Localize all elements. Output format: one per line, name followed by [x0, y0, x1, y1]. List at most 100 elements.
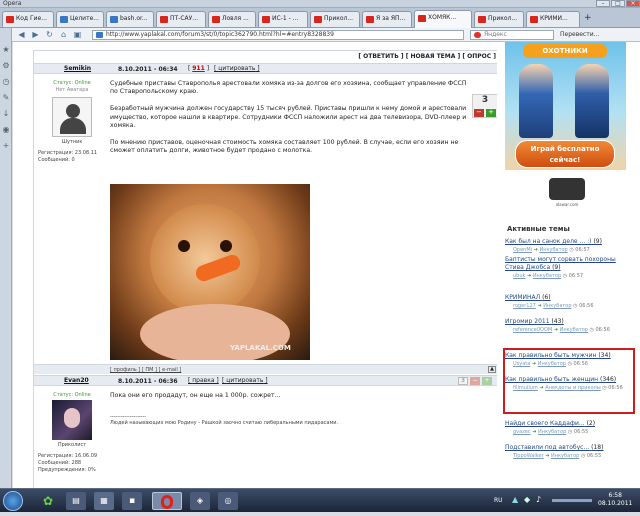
translate-button[interactable]: Перевести...	[560, 30, 599, 40]
vote-up-button[interactable]: +	[482, 377, 492, 385]
quote-link[interactable]: [ цитировать ]	[222, 377, 268, 384]
volume-slider[interactable]	[552, 499, 592, 502]
clock[interactable]: 6:58 08.10.2011	[598, 492, 632, 508]
hamster-photo[interactable]: YAPLAKAL.COM	[110, 184, 310, 360]
tab[interactable]: КРИМИ...	[526, 11, 580, 27]
explorer-icon[interactable]: ▤	[66, 492, 86, 510]
icq-icon[interactable]: ✿	[38, 492, 58, 510]
vote-down-button[interactable]: −	[474, 109, 484, 117]
play-free-button[interactable]: Играй бесплатно сейчас!	[515, 140, 615, 168]
topic-count: (2)	[586, 420, 596, 427]
topic-section[interactable]: Инкубатор	[539, 247, 567, 253]
save-icon[interactable]: ▪	[122, 492, 142, 510]
topic-item[interactable]: Найди своего Каддафи... (2) gvazec ➜ Инку…	[505, 420, 635, 436]
volume-icon[interactable]: ♪	[536, 495, 541, 504]
topic-item[interactable]: Как правильно быть мужчин (34) Usyata ➜ И…	[505, 352, 635, 368]
post-number[interactable]: [ 911 ]	[188, 65, 209, 72]
language-indicator[interactable]: RU	[494, 497, 503, 504]
scroll-up-icon[interactable]: ▲	[488, 366, 496, 373]
post-author[interactable]: Semikin	[64, 65, 91, 72]
site-favicon-icon	[160, 16, 168, 23]
edit-link[interactable]: [ правка ]	[188, 377, 219, 384]
tab-active[interactable]: ХОМЯК...	[414, 10, 472, 28]
tray-app-icon[interactable]: ◆	[524, 495, 530, 504]
topic-user[interactable]: gvazec	[513, 429, 531, 435]
topic-item[interactable]: Игромир 2011 (43) reference0OOM ➜ Инкубат…	[505, 318, 635, 334]
reload-icon[interactable]: ↻	[44, 30, 55, 40]
topic-item[interactable]: КРИМИНАЛ (6) roger127 ➜ Инкубатор ◷ 06:56	[505, 294, 635, 310]
network-icon[interactable]: ▲	[512, 495, 518, 504]
forum-post: Evan20 8.10.2011 - 06:36 [ правка ] [ ци…	[34, 375, 502, 488]
tab[interactable]: Целите...	[56, 11, 104, 27]
new-tab-icon[interactable]: +	[584, 13, 592, 23]
image-watermark: YAPLAKAL.COM	[230, 344, 291, 352]
settings-icon[interactable]: ⚙	[2, 62, 10, 70]
topic-title[interactable]: Как был на санок деле ... :)	[505, 238, 592, 245]
topic-section[interactable]: Инкубатор	[538, 429, 566, 435]
topic-title[interactable]: КРИМИНАЛ	[505, 294, 540, 301]
folder-icon[interactable]: ▦	[94, 492, 114, 510]
speed-dial-icon[interactable]: ▣	[72, 30, 83, 40]
vote-up-button[interactable]: +	[486, 109, 496, 117]
downloads-icon[interactable]: ↓	[2, 110, 10, 118]
minimize-button[interactable]: –	[596, 0, 610, 7]
game-icon[interactable]: ◈	[190, 492, 210, 510]
topic-section[interactable]: Инкубатор	[551, 453, 579, 459]
notes-icon[interactable]: ✎	[2, 94, 10, 102]
quote-link[interactable]: [ цитировать ]	[214, 65, 260, 72]
topic-section[interactable]: Инкубатор	[533, 273, 561, 279]
address-bar[interactable]: http://www.yaplakal.com/forum3/st/0/topi…	[92, 30, 464, 40]
vote-down-button[interactable]: −	[470, 377, 480, 385]
topic-item[interactable]: Подставили под автобус... (18) TippoWalke…	[505, 444, 635, 460]
maximize-button[interactable]: □	[611, 0, 625, 7]
topic-title[interactable]: Игромир 2011	[505, 318, 550, 325]
topic-item[interactable]: Баптисты могут сорвать похороны Стива Дж…	[505, 256, 635, 280]
forum-actions[interactable]: [ ОТВЕТИТЬ ] [ НОВАЯ ТЕМА ] [ ОПРОС ]	[34, 51, 502, 63]
post-paragraph: Пока они его продадут, он еще на 1 000р.…	[110, 392, 281, 399]
topic-section[interactable]: Анекдоты и приколы	[545, 385, 601, 391]
tab[interactable]: ИС-1 - ...	[258, 11, 308, 27]
topic-title[interactable]: Найди своего Каддафи...	[505, 420, 585, 427]
tab[interactable]: Код Гие...	[2, 11, 54, 27]
topic-title[interactable]: Подставили под автобус...	[505, 444, 589, 451]
topic-user[interactable]: ubuk	[513, 273, 525, 279]
home-icon[interactable]: ⌂	[58, 30, 69, 40]
close-button[interactable]: ×	[626, 0, 640, 7]
tab[interactable]: Я за ЯП...	[362, 11, 412, 27]
site-favicon-icon	[530, 16, 538, 23]
widgets-icon[interactable]: ◉	[2, 126, 10, 134]
topic-title[interactable]: Как правильно быть женщин	[505, 376, 598, 383]
topic-section[interactable]: Инкубатор	[543, 303, 571, 309]
game-advert[interactable]: ОХОТНИКИ Играй бесплатно сейчас!	[505, 42, 626, 170]
topic-section[interactable]: Инкубатор	[538, 361, 566, 367]
tab[interactable]: Прикол...	[310, 11, 360, 27]
post-author[interactable]: Evan20	[64, 377, 89, 384]
media-player-icon[interactable]: ◎	[218, 492, 238, 510]
bookmarks-icon[interactable]: ★	[2, 46, 10, 54]
topic-section[interactable]: Инкубатор	[560, 327, 588, 333]
topic-user[interactable]: TippoWalker	[513, 453, 544, 459]
topic-item[interactable]: Как был на санок деле ... :) (9) OpenMi ➜…	[505, 238, 635, 254]
tab[interactable]: ПТ-САУ...	[156, 11, 206, 27]
tab-label: Ловля ...	[222, 15, 249, 22]
topic-title[interactable]: Как правильно быть мужчин	[505, 352, 596, 359]
history-icon[interactable]: ◷	[2, 78, 10, 86]
search-input[interactable]: Яндекс	[470, 30, 554, 40]
start-button[interactable]	[3, 491, 23, 511]
add-panel-icon[interactable]: +	[2, 142, 10, 150]
profile-links[interactable]: [ профиль ] [ ПМ ] [ e-mail ]	[110, 367, 181, 373]
opera-taskbar-button[interactable]	[152, 492, 182, 510]
forward-icon[interactable]: ▶	[30, 30, 41, 40]
topic-item[interactable]: Как правильно быть женщин (346) fillmullu…	[505, 376, 635, 392]
topic-user[interactable]: reference0OOM	[513, 327, 552, 333]
back-icon[interactable]: ◀	[16, 30, 27, 40]
tab[interactable]: bash.or...	[106, 11, 154, 27]
topic-user[interactable]: fillmullum	[513, 385, 538, 391]
topic-user[interactable]: OpenMi	[513, 247, 532, 253]
tab[interactable]: Прикол...	[474, 11, 524, 27]
topic-user[interactable]: roger127	[513, 303, 536, 309]
author-registration: Регистрация: 23.08.11	[38, 150, 98, 156]
tab[interactable]: Ловля ...	[208, 11, 256, 27]
topic-user[interactable]: Usyata	[513, 361, 530, 367]
site-favicon-icon	[366, 16, 374, 23]
